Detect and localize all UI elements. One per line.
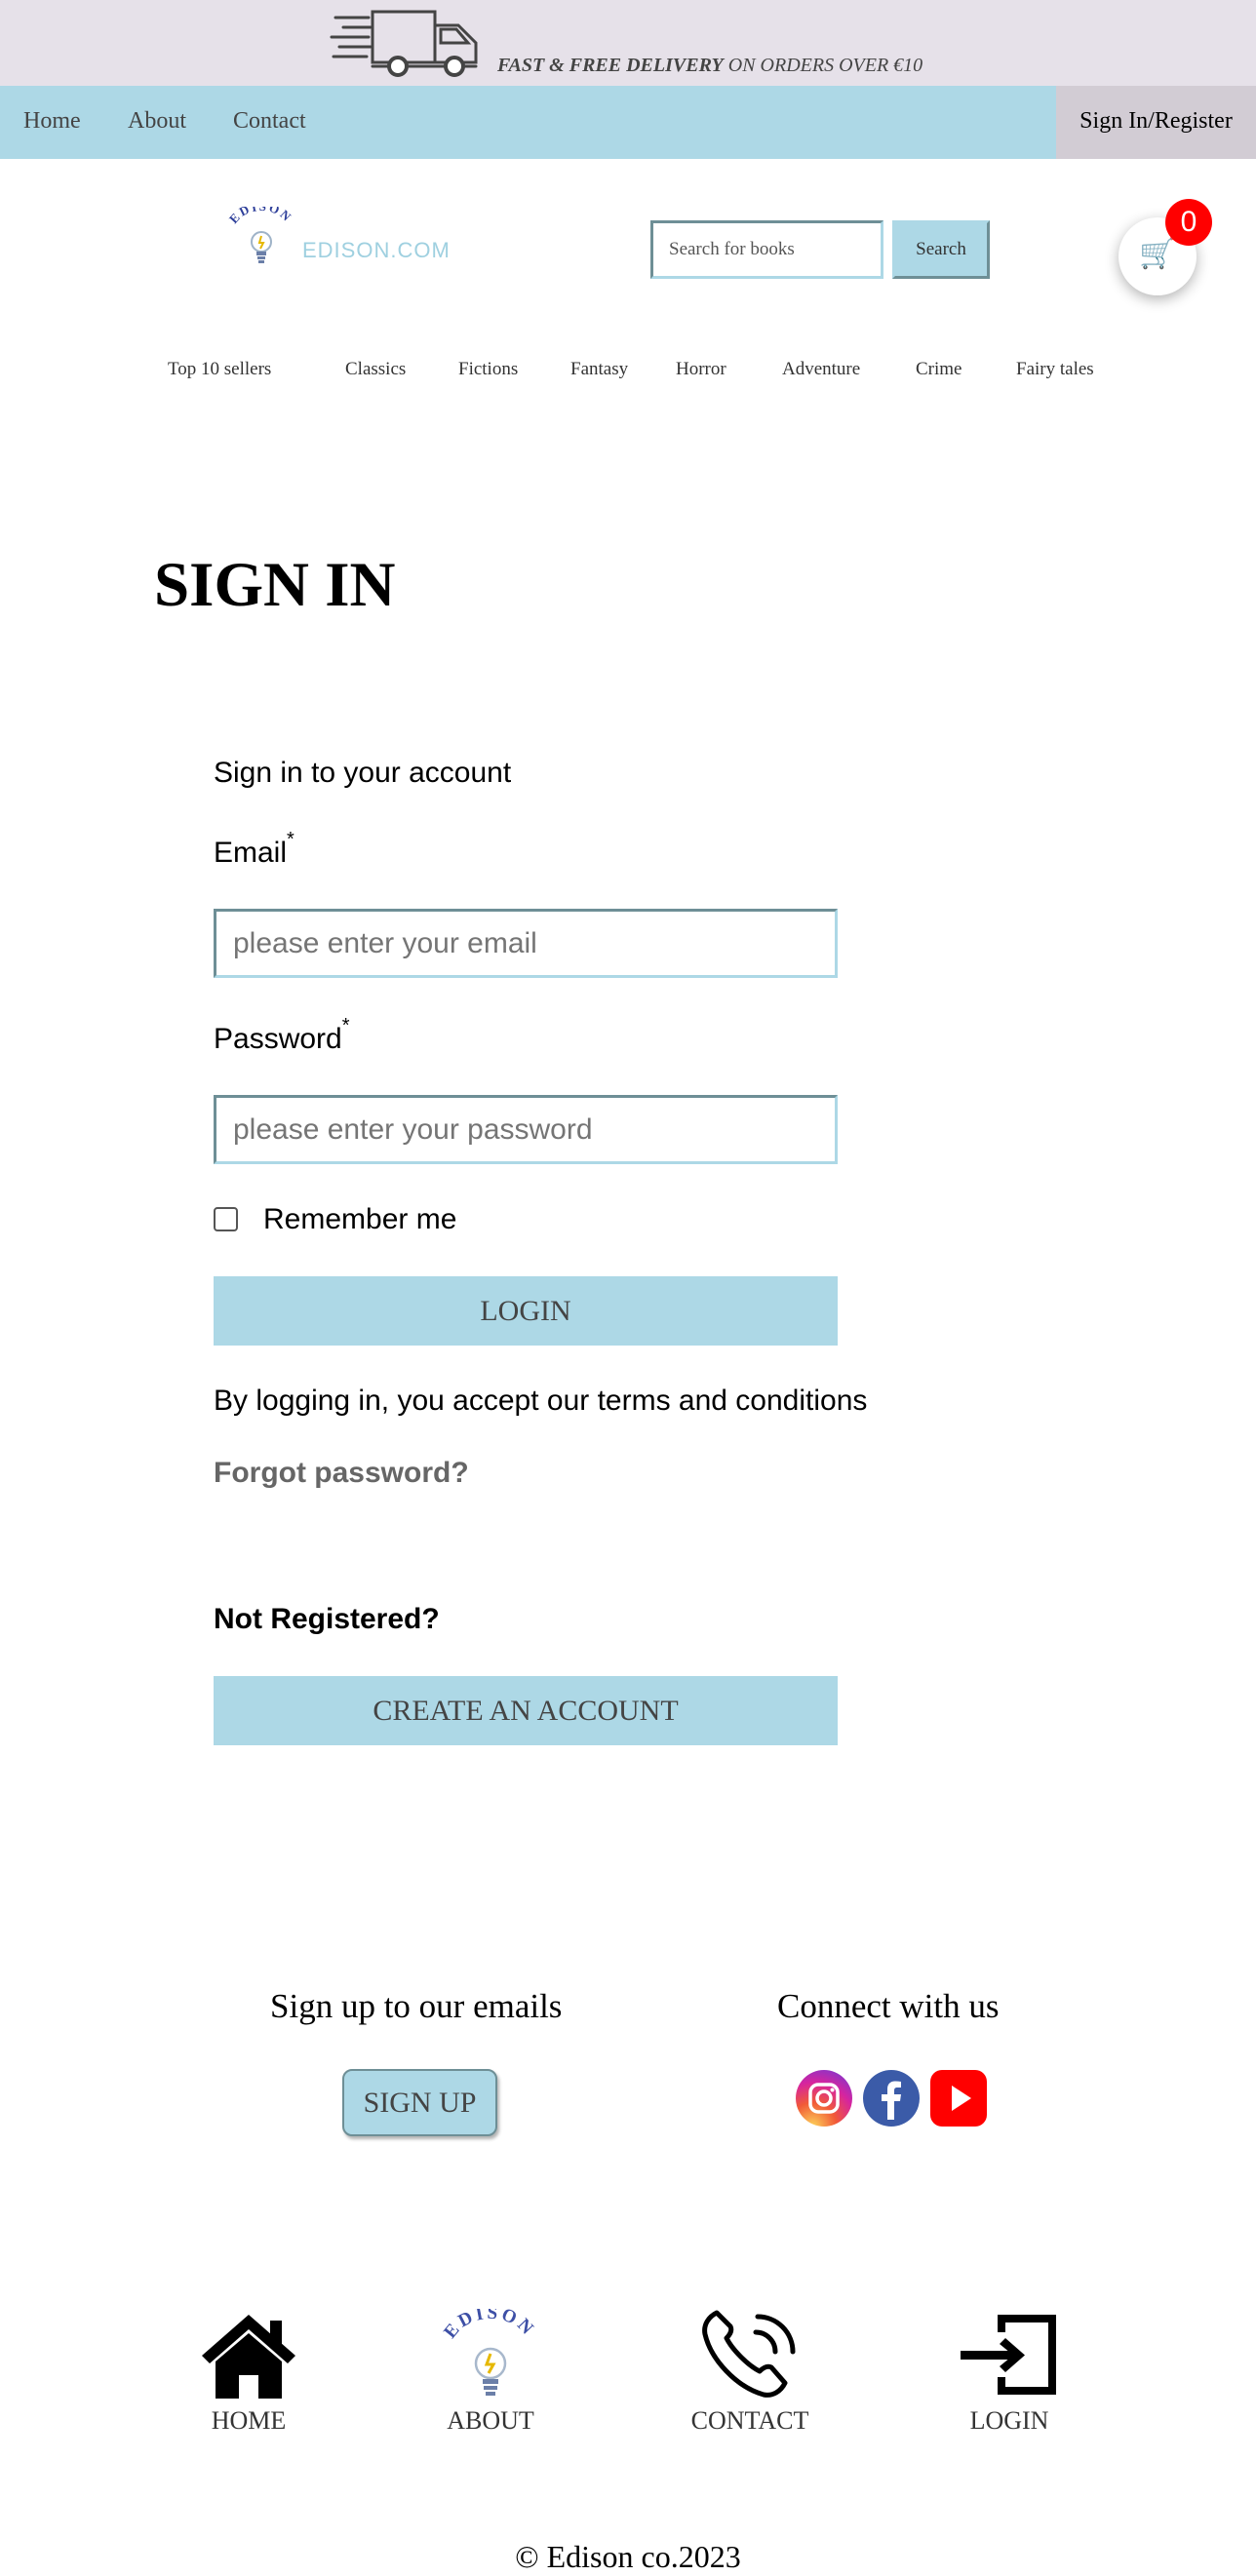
login-icon [961,2315,1056,2395]
promo-banner: FAST & FREE DELIVERY ON ORDERS OVER €10 [0,0,1256,86]
facebook-icon[interactable] [862,2069,921,2127]
category-fantasy[interactable]: Fantasy [570,359,628,380]
category-horror[interactable]: Horror [676,359,726,380]
form-subtitle: Sign in to your account [214,757,512,789]
terms-text: By logging in, you accept our terms and … [214,1385,868,1417]
footer-nav-about[interactable]: EDISON ABOUT [422,2309,559,2436]
password-label-text: Password [214,1023,342,1055]
category-top-10-sellers[interactable]: Top 10 sellers [168,359,271,380]
svg-text:EDISON: EDISON [226,207,295,226]
footer-home-label: HOME [211,2406,287,2435]
phone-icon [702,2310,796,2398]
email-label-text: Email [214,837,288,869]
logo-arc-text: EDISON [226,207,294,226]
search-button[interactable]: Search [892,220,990,279]
sign-up-button[interactable]: SIGN UP [342,2069,497,2136]
footer-contact-label: CONTACT [690,2406,809,2435]
forgot-password-link[interactable]: Forgot password? [214,1457,469,1490]
email-signup-heading: Sign up to our emails [270,1987,563,2025]
footer-nav-home[interactable]: HOME [180,2309,317,2436]
footer-nav-contact[interactable]: CONTACT [682,2309,818,2436]
site-logo[interactable]: EDISON EDISON.COM [226,207,460,267]
password-field[interactable] [214,1095,838,1164]
email-required-mark: * [287,829,294,850]
instagram-icon[interactable] [795,2069,853,2127]
copyright-text: © Edison co.2023 [515,2539,741,2574]
footer-nav-login[interactable]: LOGIN [941,2309,1078,2436]
svg-text:EDISON: EDISON [440,2309,539,2342]
password-label: Password* [214,1015,350,1056]
home-icon [202,2315,295,2399]
category-classics[interactable]: Classics [345,359,406,380]
top-nav-bar: Home About Contact Sign In/Register [0,86,1256,159]
create-account-button[interactable]: CREATE AN ACCOUNT [214,1676,838,1745]
search-input[interactable] [650,220,883,279]
lightbulb-logo-icon: EDISON [226,207,295,263]
email-field[interactable] [214,909,838,978]
cart-count-badge: 0 [1165,199,1212,246]
category-crime[interactable]: Crime [916,359,962,380]
nav-link-about[interactable]: About [128,86,186,159]
page-title: SIGN IN [154,550,396,620]
footer-login-label: LOGIN [969,2406,1049,2435]
email-label: Email* [214,829,294,870]
youtube-icon[interactable] [929,2069,988,2127]
promo-text: FAST & FREE DELIVERY ON ORDERS OVER €10 [497,55,922,77]
remember-me-checkbox[interactable] [214,1207,238,1231]
category-adventure[interactable]: Adventure [782,359,860,380]
promo-rest-text: ON ORDERS OVER €10 [723,55,923,76]
footer-logo-arc-text: EDISON [440,2309,536,2342]
delivery-truck-icon [330,10,478,77]
sign-in-register-link[interactable]: Sign In/Register [1056,86,1256,159]
footer-about-label: ABOUT [447,2406,534,2435]
remember-me-label[interactable]: Remember me [263,1203,456,1236]
connect-heading: Connect with us [777,1987,1000,2025]
lightbulb-logo-icon: EDISON [440,2309,539,2396]
category-fictions[interactable]: Fictions [458,359,518,380]
promo-bold-text: FAST & FREE DELIVERY [497,55,724,76]
logo-wordmark: EDISON.COM [302,238,451,262]
login-button[interactable]: LOGIN [214,1276,838,1346]
password-required-mark: * [341,1015,350,1036]
nav-link-home[interactable]: Home [23,86,81,159]
not-registered-heading: Not Registered? [214,1603,440,1635]
category-fairy-tales[interactable]: Fairy tales [1016,359,1094,380]
nav-link-contact[interactable]: Contact [233,86,306,159]
